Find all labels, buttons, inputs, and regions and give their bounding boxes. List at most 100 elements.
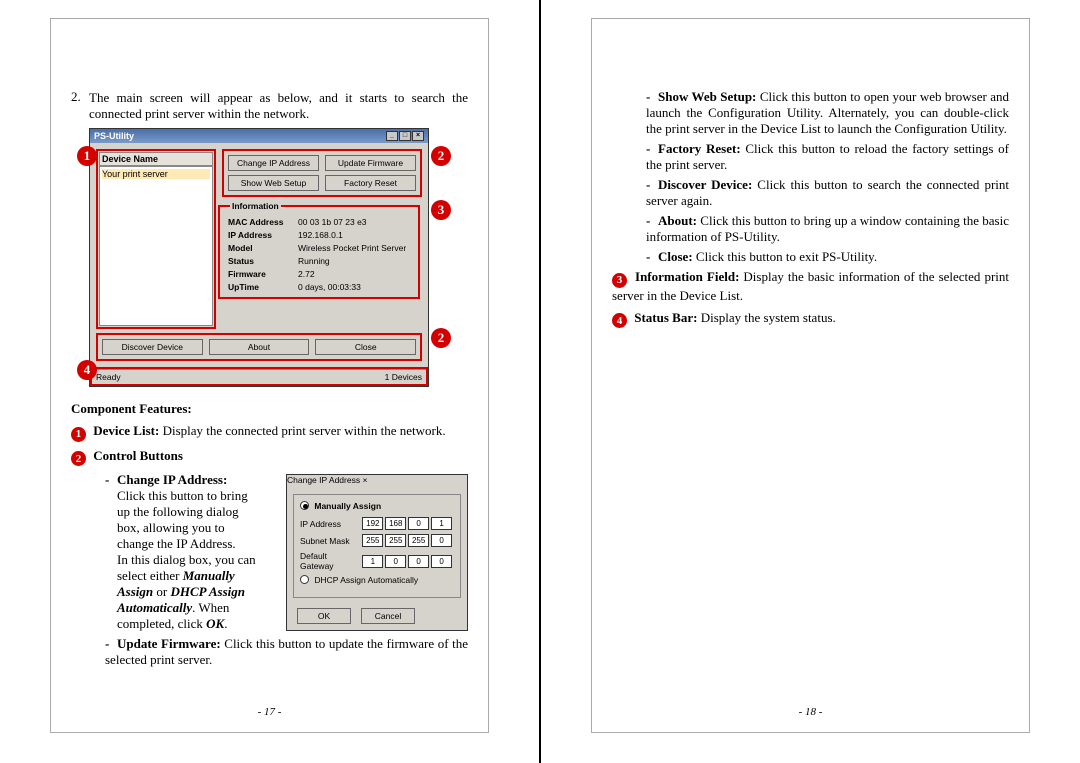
ipdlg-ok-button[interactable]: OK	[297, 608, 351, 624]
device-list-row[interactable]: Your print server	[102, 169, 210, 179]
marker-2: 2	[71, 451, 86, 466]
step-text: The main screen will appear as below, an…	[89, 90, 468, 122]
status-devices: 1 Devices	[385, 372, 422, 382]
sub-discover: -Discover Device: Click this button to s…	[646, 177, 1009, 209]
ipdlg-close-icon[interactable]: ×	[362, 475, 367, 485]
component-features-head: Component Features:	[71, 401, 468, 417]
feature-4-text: Display the system status.	[697, 310, 835, 325]
step-number: 2.	[71, 89, 89, 105]
ipdlg-titlebar: Change IP Address ×	[287, 475, 467, 488]
feature-4: 4 Status Bar: Display the system status.	[612, 310, 1009, 329]
callout-1: 1	[77, 146, 97, 166]
page-right: -Show Web Setup: Click this button to op…	[540, 0, 1080, 763]
page-left-inner: 2. The main screen will appear as below,…	[50, 18, 489, 733]
sub-factory-reset: -Factory Reset: Click this button to rel…	[646, 141, 1009, 173]
upfw-head: Update Firmware:	[117, 636, 221, 651]
sub-update-firmware: -Update Firmware: Click this button to u…	[105, 636, 468, 668]
info-uptime-label: UpTime	[226, 280, 296, 293]
chip-head: Change IP Address:	[117, 472, 227, 487]
page-number-right: - 18 -	[592, 706, 1029, 718]
show-web-setup-button[interactable]: Show Web Setup	[228, 175, 319, 191]
information-frame: Information MAC Address00 03 1b 07 23 e3…	[218, 201, 420, 299]
feature-1: 1 Device List: Display the connected pri…	[71, 423, 468, 442]
info-fw-label: Firmware	[226, 267, 296, 280]
radio-dhcp[interactable]: DHCP Assign Automatically	[300, 575, 454, 585]
marker-1: 1	[71, 427, 86, 442]
radio-icon	[300, 575, 309, 584]
psu-screenshot-wrap: 1 2 3 2 4 PS-Utility _ □ × Device Name	[89, 128, 449, 387]
callout-2-top: 2	[431, 146, 451, 166]
sub-change-ip: Change IP Address × Manually Assign IP A…	[105, 472, 468, 636]
page-number-left: - 17 -	[51, 706, 488, 718]
update-firmware-button[interactable]: Update Firmware	[325, 155, 416, 171]
sub-show-web: -Show Web Setup: Click this button to op…	[646, 89, 1009, 137]
ipdlg-cancel-button[interactable]: Cancel	[361, 608, 415, 624]
sm-octet[interactable]: 255	[385, 534, 406, 547]
ipdlg-title: Change IP Address	[287, 475, 360, 485]
step-2: 2. The main screen will appear as below,…	[71, 89, 468, 122]
status-ready: Ready	[96, 372, 385, 382]
info-uptime-value: 0 days, 00:03:33	[296, 280, 412, 293]
marker-4: 4	[612, 313, 627, 328]
close-icon[interactable]: ×	[412, 131, 424, 141]
psu-title: PS-Utility	[94, 131, 134, 141]
gateway-label: Default Gateway	[300, 551, 362, 571]
device-list: Device Name Your print server	[96, 149, 216, 329]
information-legend: Information	[230, 201, 281, 211]
sub-about: -About: Click this button to bring up a …	[646, 213, 1009, 245]
gw-octet[interactable]: 0	[385, 555, 406, 568]
sm-octet[interactable]: 255	[362, 534, 383, 547]
feature-4-label: Status Bar:	[634, 310, 697, 325]
feature-2-head: 2 Control Buttons	[71, 448, 468, 467]
psu-titlebar: PS-Utility _ □ ×	[90, 129, 428, 143]
sm-octet[interactable]: 255	[408, 534, 429, 547]
device-list-body[interactable]: Your print server	[99, 166, 213, 326]
marker-3: 3	[612, 273, 627, 288]
ip-label: IP Address	[300, 519, 362, 529]
gw-octet[interactable]: 0	[408, 555, 429, 568]
info-ip-value: 192.168.0.1	[296, 228, 412, 241]
ip-octet[interactable]: 192	[362, 517, 383, 530]
subnet-label: Subnet Mask	[300, 536, 362, 546]
change-ip-button[interactable]: Change IP Address	[228, 155, 319, 171]
close-button[interactable]: Close	[315, 339, 416, 355]
radio-dhcp-label: DHCP Assign Automatically	[314, 575, 418, 585]
minimize-icon[interactable]: _	[386, 131, 398, 141]
callout-4: 4	[77, 360, 97, 380]
status-bar-frame: Ready 1 Devices	[90, 367, 428, 386]
gw-octet[interactable]: 1	[362, 555, 383, 568]
info-ip-label: IP Address	[226, 228, 296, 241]
maximize-icon[interactable]: □	[399, 131, 411, 141]
radio-manual[interactable]: Manually Assign	[300, 501, 454, 511]
factory-reset-button[interactable]: Factory Reset	[325, 175, 416, 191]
info-model-value: Wireless Pocket Print Server	[296, 241, 412, 254]
page-right-inner: -Show Web Setup: Click this button to op…	[591, 18, 1030, 733]
info-model-label: Model	[226, 241, 296, 254]
change-ip-dialog: Change IP Address × Manually Assign IP A…	[286, 474, 468, 631]
callout-2-bottom: 2	[431, 328, 451, 348]
change-ip-dialog-wrap: Change IP Address × Manually Assign IP A…	[286, 474, 468, 631]
about-button[interactable]: About	[209, 339, 310, 355]
ip-octet[interactable]: 0	[408, 517, 429, 530]
info-mac-label: MAC Address	[226, 215, 296, 228]
info-fw-value: 2.72	[296, 267, 412, 280]
feature-3-label: Information Field:	[635, 269, 739, 284]
gw-octet[interactable]: 0	[431, 555, 452, 568]
sm-octet[interactable]: 0	[431, 534, 452, 547]
sub-close: -Close: Click this button to exit PS-Uti…	[646, 249, 1009, 265]
info-mac-value: 00 03 1b 07 23 e3	[296, 215, 412, 228]
ip-octet[interactable]: 1	[431, 517, 452, 530]
feature-2-label: Control Buttons	[93, 448, 183, 463]
psu-window: PS-Utility _ □ × Device Name Your print …	[89, 128, 429, 387]
page-left: 2. The main screen will appear as below,…	[0, 0, 540, 763]
discover-device-button[interactable]: Discover Device	[102, 339, 203, 355]
feature-1-text: Display the connected print server withi…	[163, 423, 446, 438]
radio-icon	[300, 501, 309, 510]
ip-octet[interactable]: 168	[385, 517, 406, 530]
feature-3: 3 Information Field: Display the basic i…	[612, 269, 1009, 304]
feature-1-label: Device List:	[93, 423, 159, 438]
info-status-label: Status	[226, 254, 296, 267]
radio-manual-label: Manually Assign	[314, 501, 381, 511]
control-buttons-top: Change IP Address Update Firmware Show W…	[222, 149, 422, 197]
control-buttons-bottom: Discover Device About Close	[96, 333, 422, 361]
